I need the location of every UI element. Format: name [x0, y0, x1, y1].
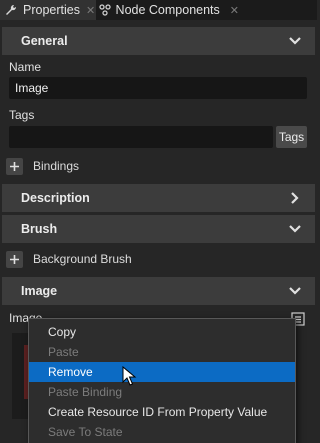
tags-button[interactable]: Tags [276, 126, 307, 148]
tags-label: Tags [9, 108, 35, 122]
section-description-header[interactable]: Description [2, 184, 315, 212]
wrench-icon [3, 3, 19, 17]
section-general-header[interactable]: General [2, 27, 315, 55]
menu-item-paste-label: Paste [48, 345, 79, 359]
menu-item-remove[interactable]: Remove [29, 362, 295, 382]
section-description-title: Description [21, 191, 90, 205]
menu-item-copy[interactable]: Copy [29, 322, 295, 342]
chevron-down-icon [288, 284, 302, 298]
section-image-header[interactable]: Image [2, 277, 315, 305]
chevron-right-icon [288, 191, 302, 205]
chevron-down-icon [288, 34, 302, 48]
tags-field[interactable] [9, 126, 273, 148]
menu-item-paste-binding: Paste Binding [29, 382, 295, 402]
menu-item-remove-label: Remove [48, 365, 93, 379]
tab-properties-label: Properties [23, 3, 80, 17]
tab-node-components[interactable]: Node Components ✕ [99, 0, 239, 20]
chevron-down-icon [288, 222, 302, 236]
tab-properties[interactable]: Properties ✕ [0, 0, 96, 20]
name-field[interactable]: Image [9, 77, 307, 99]
menu-item-save-to-state: Save To State [29, 422, 295, 442]
bindings-label: Bindings [33, 159, 80, 173]
close-icon[interactable]: ✕ [230, 4, 239, 17]
tab-node-components-label: Node Components [115, 3, 220, 17]
name-field-value: Image [15, 81, 49, 95]
plus-icon [10, 255, 19, 264]
components-icon [99, 3, 112, 17]
section-general-title: General [21, 34, 68, 48]
section-brush-header[interactable]: Brush [2, 215, 315, 243]
menu-item-paste: Paste [29, 342, 295, 362]
plus-icon [10, 162, 19, 171]
menu-item-save-to-state-label: Save To State [48, 425, 123, 439]
context-menu: Copy Paste Remove Paste Binding Create R… [28, 318, 296, 443]
menu-item-paste-binding-label: Paste Binding [48, 385, 123, 399]
menu-item-create-resource-id-label: Create Resource ID From Property Value [48, 405, 268, 419]
close-icon[interactable]: ✕ [86, 4, 95, 17]
add-background-brush-button[interactable] [6, 251, 23, 268]
menu-item-create-resource-id[interactable]: Create Resource ID From Property Value [29, 402, 295, 422]
section-brush-title: Brush [21, 222, 58, 236]
mouse-cursor-icon [122, 365, 138, 388]
properties-panel: Properties ✕ Node Components ✕ General N… [0, 0, 317, 443]
add-binding-button[interactable] [6, 158, 23, 175]
menu-item-copy-label: Copy [48, 325, 77, 339]
background-brush-label: Background Brush [33, 252, 132, 266]
tab-bar: Properties ✕ Node Components ✕ [0, 0, 317, 20]
name-label: Name [9, 60, 42, 74]
section-image-title: Image [21, 284, 58, 298]
